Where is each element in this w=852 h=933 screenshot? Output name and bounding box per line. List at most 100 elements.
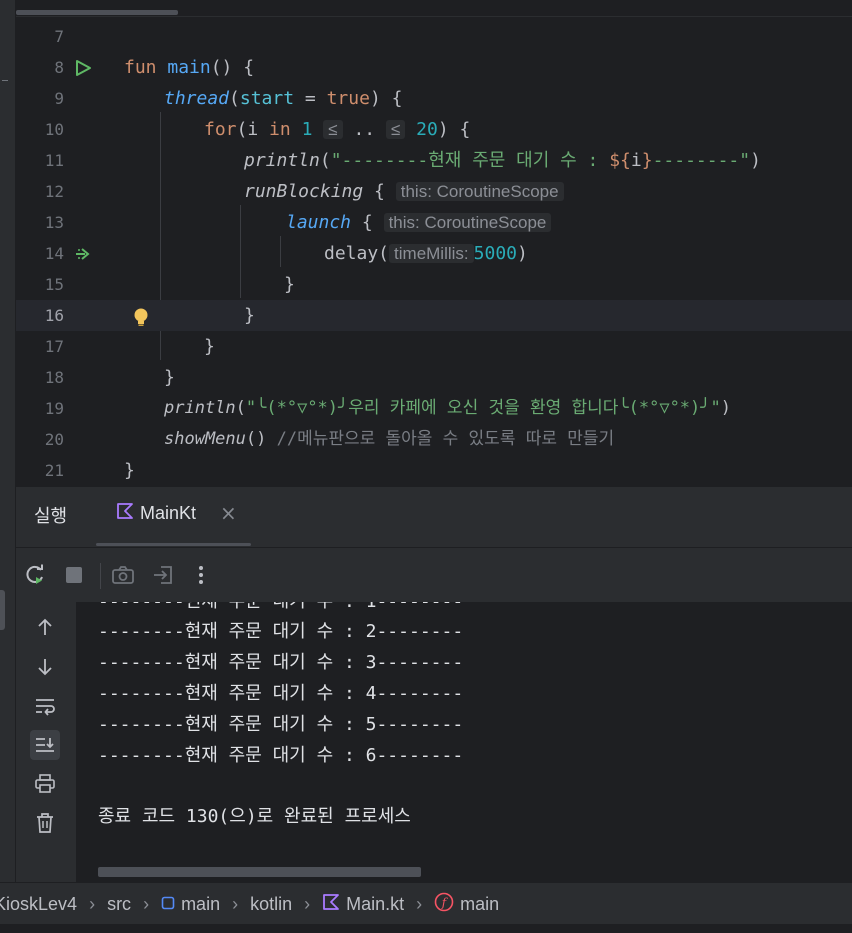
arrow-up-icon[interactable] — [30, 612, 60, 642]
code-text: () — [245, 429, 277, 449]
string-literal: "╰(*°▽°*)╯우리 카페에 오신 것을 환영 합니다╰(*°▽°*)╯" — [245, 398, 721, 418]
print-icon[interactable] — [30, 769, 60, 799]
number: 1 — [301, 119, 313, 140]
scope-hint: this: CoroutineScope — [395, 182, 564, 201]
line-number: 19 — [44, 399, 64, 418]
line-number: 14 — [44, 244, 64, 263]
code-line-17[interactable]: 17 } — [16, 331, 852, 362]
code-text: ( — [229, 88, 240, 109]
code-editor[interactable]: 7 8 fun main() { 9 thread(start = true) … — [16, 0, 852, 486]
active-tab-indicator — [96, 543, 251, 546]
lightbulb-icon[interactable] — [132, 307, 150, 326]
close-icon[interactable]: × — [220, 501, 237, 525]
code-line-12[interactable]: 12 runBlocking { this: CoroutineScope — [16, 176, 852, 207]
soft-wrap-icon[interactable] — [30, 691, 60, 721]
line-number: 8 — [54, 58, 64, 77]
code-line-19[interactable]: 19 println("╰(*°▽°*)╯우리 카페에 오신 것을 환영 합니다… — [16, 393, 852, 424]
strip-tick — [2, 80, 8, 81]
breadcrumb-label: main — [181, 893, 221, 914]
console-horizontal-scrollbar[interactable] — [98, 867, 421, 877]
suspend-call-icon[interactable] — [74, 245, 92, 263]
console-line: --------현재 주문 대기 수 : 1-------- — [98, 602, 463, 613]
function-call: println — [244, 150, 320, 171]
status-strip — [0, 924, 852, 933]
code-text: (i — [236, 119, 270, 140]
chevron-right-icon: › — [89, 893, 96, 914]
template-close: } — [641, 150, 653, 171]
keyword: fun — [124, 57, 157, 78]
trash-icon[interactable] — [30, 808, 60, 838]
code-line-15[interactable]: 15 } — [16, 269, 852, 300]
function-call: delay( — [324, 243, 390, 264]
arrow-down-icon[interactable] — [30, 652, 60, 682]
console-line: --------현재 주문 대기 수 : 4-------- — [98, 683, 464, 704]
breadcrumb-function[interactable]: f main — [434, 892, 499, 917]
run-tool-window: 실행 MainKt × --------현재 주문 대기 수: 2------… — [16, 486, 852, 883]
code-line-10[interactable]: 10 for(i in 1 ≤ .. ≤ 20) { — [16, 114, 852, 145]
breadcrumb-src[interactable]: src — [107, 894, 131, 915]
folder-icon — [161, 894, 175, 915]
line-number: 7 — [54, 27, 64, 46]
stop-icon[interactable] — [61, 562, 87, 588]
breadcrumb-label: src — [107, 893, 132, 914]
more-options-icon[interactable] — [188, 562, 214, 588]
breadcrumb-label: main — [460, 893, 500, 914]
breadcrumb-project[interactable]: KioskLev4 — [0, 894, 77, 915]
chevron-right-icon: › — [143, 893, 150, 914]
console-line: --------현재 주문 대기 수 : 5-------- — [98, 714, 464, 735]
string-literal: --------" — [652, 150, 751, 171]
svg-text:f: f — [441, 895, 449, 909]
code-text: } — [164, 367, 175, 388]
keyword: for — [204, 119, 237, 140]
breadcrumb-file[interactable]: Main.kt — [322, 893, 404, 916]
comment: //메뉴판으로 돌아올 수 있도록 따로 만들기 — [276, 429, 615, 449]
tab-run[interactable]: 실행 — [34, 502, 67, 528]
function-call: thread — [164, 88, 230, 109]
code-line-16[interactable]: 16 } — [16, 300, 852, 331]
code-line-9[interactable]: 9 thread(start = true) { — [16, 83, 852, 114]
scope-hint: this: CoroutineScope — [383, 213, 552, 232]
code-line-14[interactable]: 14 delay(timeMillis: 5000) — [16, 238, 852, 269]
chevron-right-icon: › — [304, 893, 311, 914]
console-output[interactable]: --------현재 주문 대기 수 : 1-------- --------현… — [76, 602, 852, 883]
rerun-icon[interactable] — [22, 562, 48, 588]
code-text: } — [204, 336, 215, 357]
editor-horizontal-scrollbar[interactable] — [16, 10, 178, 15]
camera-icon[interactable] — [110, 562, 136, 588]
code-text: { — [363, 181, 385, 202]
function-call: launch — [286, 212, 352, 233]
code-line-21[interactable]: 21 } — [16, 455, 852, 486]
function-call: runBlocking — [244, 181, 364, 202]
line-number: 13 — [44, 213, 64, 232]
scroll-to-end-icon[interactable] — [30, 730, 60, 760]
keyword: in — [269, 119, 291, 140]
range-hint: ≤ — [385, 120, 406, 139]
console-line: --------현재 주문 대기 수 : 6-------- — [98, 745, 464, 766]
code-line-20[interactable]: 20 showMenu() //메뉴판으로 돌아올 수 있도록 따로 만들기 — [16, 424, 852, 455]
breadcrumb-label: kotlin — [250, 893, 293, 914]
tab-mainkt[interactable]: MainKt — [116, 502, 196, 525]
number: 20 — [416, 119, 438, 140]
login-icon[interactable] — [150, 562, 176, 588]
strip-handle[interactable] — [0, 590, 5, 630]
code-line-18[interactable]: 18 } — [16, 362, 852, 393]
run-gutter-icon[interactable] — [74, 59, 92, 77]
function-icon: f — [434, 892, 454, 917]
template-var: i — [630, 150, 642, 171]
line-number: 17 — [44, 337, 64, 356]
code-text: () { — [210, 57, 255, 78]
line-number: 11 — [44, 151, 64, 170]
code-line-13[interactable]: 13 launch { this: CoroutineScope — [16, 207, 852, 238]
code-line-11[interactable]: 11 println("--------현재 주문 대기 수 : ${i}---… — [16, 145, 852, 176]
code-text: .. — [353, 119, 376, 140]
code-line-7[interactable]: 7 — [16, 21, 852, 52]
console-side-toolbar — [16, 602, 76, 883]
code-line-8[interactable]: 8 fun main() { — [16, 52, 852, 83]
breadcrumb-main-dir[interactable]: main — [161, 894, 220, 915]
chevron-right-icon: › — [416, 893, 423, 914]
code-text: } — [244, 305, 255, 326]
breadcrumb-kotlin[interactable]: kotlin — [250, 894, 292, 915]
function-call: println — [164, 398, 236, 418]
line-number: 10 — [44, 120, 64, 139]
